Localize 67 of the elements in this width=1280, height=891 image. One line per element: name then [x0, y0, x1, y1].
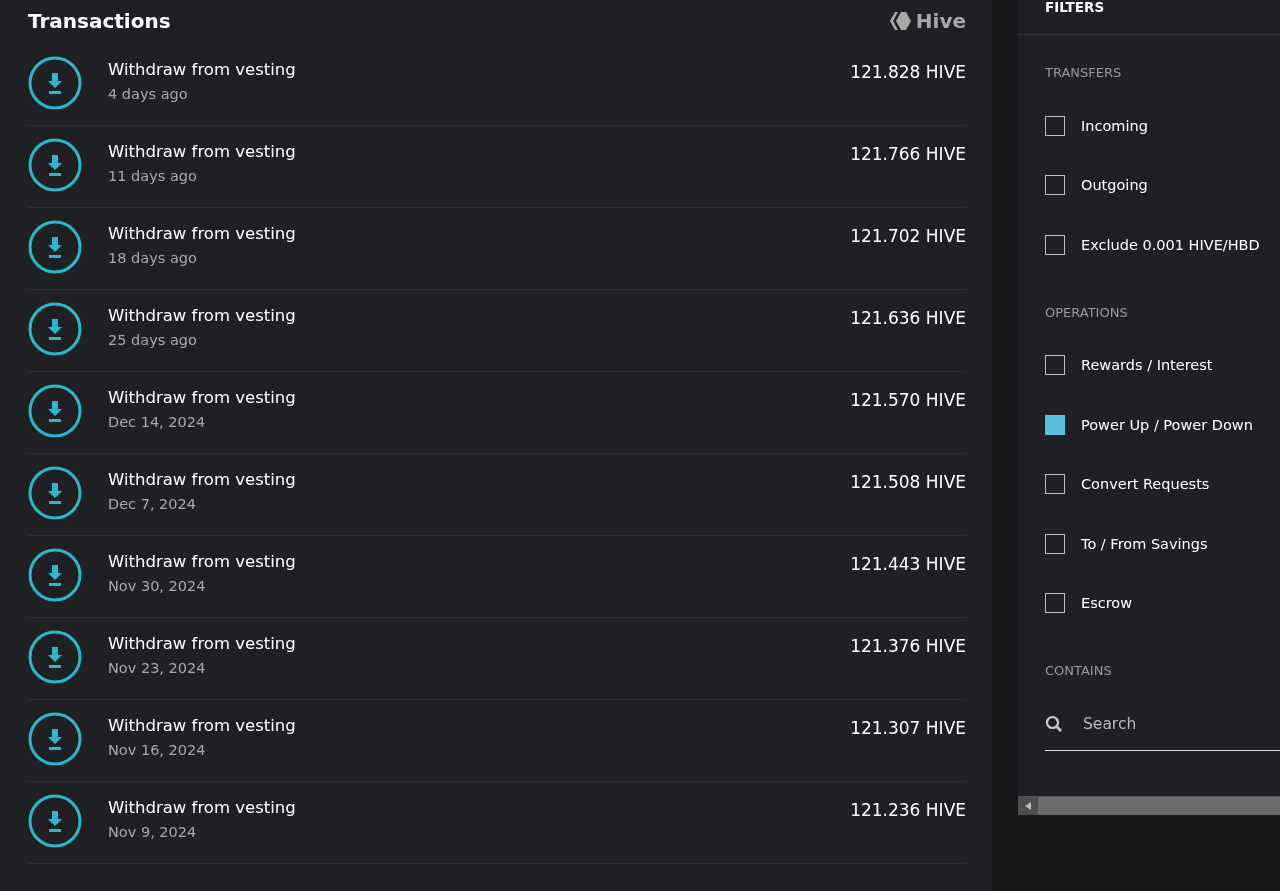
hexagon-logo-icon: [889, 11, 912, 31]
transaction-amount: 121.307 HIVE: [850, 717, 966, 738]
filter-label: Convert Requests: [1081, 476, 1210, 493]
transaction-amount: 121.636 HIVE: [850, 307, 966, 328]
transaction-title: Withdraw from vesting: [108, 798, 297, 817]
filter-label: Incoming: [1081, 117, 1148, 134]
section-heading: CONTAINS: [1045, 663, 1113, 678]
checkbox[interactable]: [1045, 474, 1065, 495]
transaction-title: Withdraw from vesting: [108, 552, 297, 571]
checkbox[interactable]: [1045, 115, 1065, 136]
transaction-amount: 121.443 HIVE: [850, 553, 966, 574]
checkbox[interactable]: [1045, 533, 1065, 554]
filter-label: Rewards / Interest: [1081, 357, 1213, 374]
transaction-amount: 121.376 HIVE: [850, 635, 966, 656]
transaction-amount: 121.702 HIVE: [850, 225, 966, 246]
transaction-amount: 121.766 HIVE: [850, 143, 966, 164]
transaction-title: Withdraw from vesting: [108, 388, 297, 407]
download-icon: [28, 220, 82, 274]
filter-label: Power Up / Power Down: [1081, 416, 1253, 433]
filters-title: FILTERS: [1045, 0, 1105, 15]
transaction-title: Withdraw from vesting: [108, 634, 297, 653]
section-heading: TRANSFERS: [1045, 65, 1123, 80]
transaction-title: Withdraw from vesting: [108, 470, 297, 489]
download-icon: [28, 56, 82, 110]
filter-label: Outgoing: [1081, 177, 1148, 194]
left-arrow-icon[interactable]: [1025, 802, 1031, 810]
download-icon: [28, 712, 82, 766]
checkbox[interactable]: [1045, 234, 1065, 255]
filter-label: Escrow: [1081, 595, 1133, 612]
search-icon: [1045, 715, 1063, 733]
filter-label: To / From Savings: [1081, 535, 1208, 552]
transaction-title: Withdraw from vesting: [108, 142, 297, 161]
brand-name: Hive: [915, 9, 966, 33]
transaction-title: Withdraw from vesting: [108, 224, 297, 243]
download-icon: [28, 548, 82, 602]
checkbox[interactable]: [1045, 355, 1065, 376]
transaction-time: Nov 9, 2024: [108, 824, 198, 840]
filter-label: Exclude 0.001 HIVE/HBD: [1081, 236, 1260, 253]
transaction-title: Withdraw from vesting: [108, 716, 297, 735]
section-heading: OPERATIONS: [1045, 304, 1129, 320]
download-icon: [28, 384, 82, 438]
transaction-amount: 121.508 HIVE: [850, 471, 966, 492]
checkbox[interactable]: [1045, 414, 1065, 435]
transaction-time: 11 days ago: [108, 168, 198, 184]
transaction-amount: 121.570 HIVE: [850, 389, 966, 410]
checkbox[interactable]: [1045, 593, 1065, 614]
transaction-title: Withdraw from vesting: [108, 60, 297, 79]
transaction-amount: 121.828 HIVE: [850, 61, 966, 82]
page-title: Transactions: [28, 9, 171, 33]
transaction-time: Nov 23, 2024: [108, 660, 207, 676]
transaction-time: 18 days ago: [108, 250, 198, 266]
checkbox[interactable]: [1045, 175, 1065, 196]
download-icon: [28, 466, 82, 520]
transaction-time: Dec 14, 2024: [108, 414, 207, 430]
transaction-time: 4 days ago: [108, 86, 189, 102]
transaction-title: Withdraw from vesting: [108, 306, 297, 325]
download-icon: [28, 302, 82, 356]
transaction-amount: 121.236 HIVE: [850, 799, 966, 820]
transaction-time: 25 days ago: [108, 332, 198, 348]
search-field[interactable]: Search: [1081, 714, 1245, 734]
download-icon: [28, 138, 82, 192]
horizontal-scrollbar[interactable]: [1018, 796, 1280, 815]
transaction-time: Nov 16, 2024: [108, 742, 207, 758]
download-icon: [28, 794, 82, 848]
download-icon: [28, 630, 82, 684]
transaction-time: Dec 7, 2024: [108, 496, 197, 512]
transaction-time: Nov 30, 2024: [108, 578, 207, 594]
